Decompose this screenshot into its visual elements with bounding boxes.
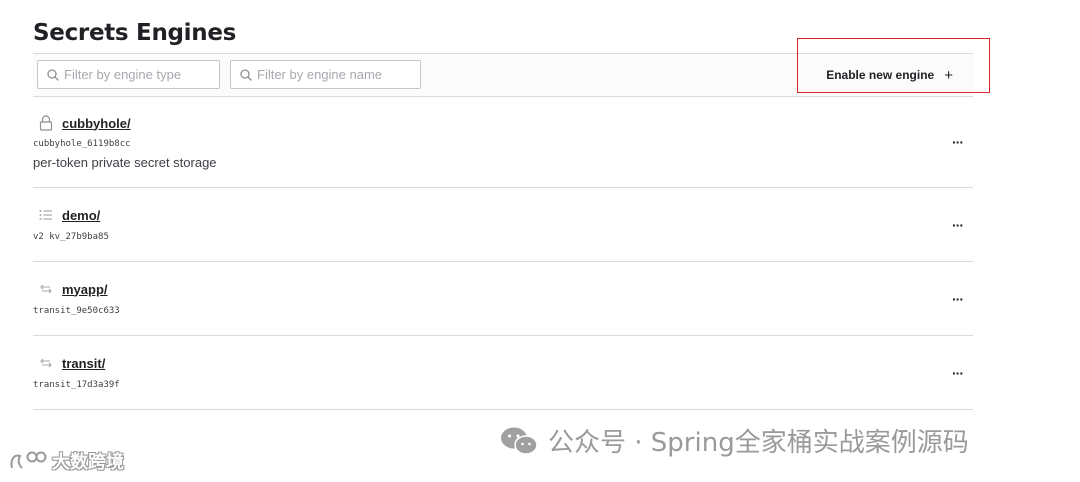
- engine-path-link[interactable]: cubbyhole/: [62, 116, 131, 131]
- watermark-text: 公众号 · Spring全家桶实战案例源码: [548, 428, 969, 458]
- filter-engine-type[interactable]: [37, 60, 220, 89]
- engine-row: myapp/ transit_9e50c633 ···: [33, 262, 973, 336]
- swap-icon: [38, 355, 54, 371]
- engine-path-link[interactable]: transit/: [62, 356, 105, 371]
- engine-row: transit/ transit_17d3a39f ···: [33, 336, 973, 410]
- logo-icon: [8, 448, 48, 474]
- watermark-logo: 大数跨境: [8, 448, 124, 474]
- engine-path-link[interactable]: myapp/: [62, 282, 108, 297]
- toolbar: Enable new engine +: [33, 53, 973, 97]
- filter-engine-name-input[interactable]: [257, 67, 407, 82]
- enable-new-engine-label: Enable new engine: [826, 68, 935, 82]
- engine-accessor: cubbyhole_6119b8cc: [33, 139, 131, 149]
- more-options-button[interactable]: ···: [952, 291, 964, 307]
- search-icon: [46, 68, 60, 82]
- more-options-button[interactable]: ···: [952, 134, 964, 150]
- engine-accessor: transit_17d3a39f: [33, 380, 120, 390]
- lock-icon: [38, 115, 54, 131]
- engine-row: cubbyhole/ cubbyhole_6119b8cc per-token …: [33, 108, 973, 188]
- watermark-logo-text: 大数跨境: [52, 452, 124, 473]
- enable-new-engine-button[interactable]: Enable new engine +: [826, 66, 953, 84]
- more-options-button[interactable]: ···: [952, 217, 964, 233]
- swap-icon: [38, 281, 54, 297]
- engine-accessor: transit_9e50c633: [33, 306, 120, 316]
- watermark-wechat: 公众号 · Spring全家桶实战案例源码: [500, 422, 969, 459]
- engine-row: demo/ v2 kv_27b9ba85 ···: [33, 188, 973, 262]
- wechat-icon: [500, 426, 538, 456]
- page-title: Secrets Engines: [33, 20, 237, 46]
- list-icon: [38, 207, 54, 223]
- search-icon: [239, 68, 253, 82]
- engine-path-link[interactable]: demo/: [62, 208, 100, 223]
- filter-engine-name[interactable]: [230, 60, 421, 89]
- engine-description: per-token private secret storage: [33, 155, 217, 170]
- filter-engine-type-input[interactable]: [64, 67, 214, 82]
- more-options-button[interactable]: ···: [952, 365, 964, 381]
- engine-accessor: v2 kv_27b9ba85: [33, 232, 109, 242]
- plus-icon: +: [944, 66, 953, 84]
